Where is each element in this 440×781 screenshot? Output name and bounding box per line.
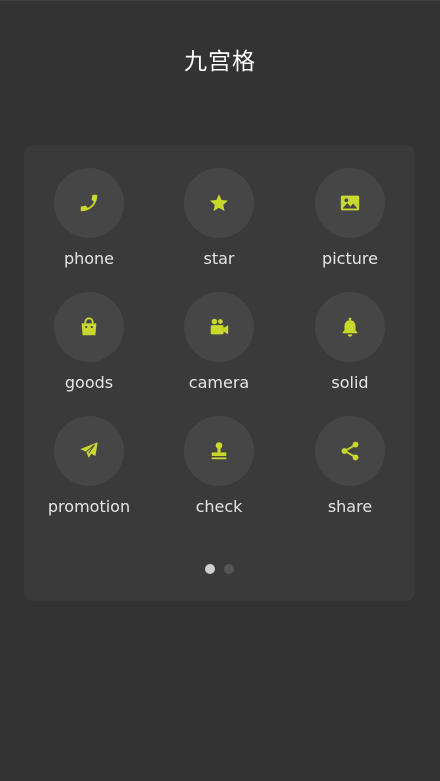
grid-item-icon-circle [184,292,254,362]
page-dot-2[interactable] [224,564,234,574]
grid-item-icon-circle [54,292,124,362]
grid-item-label: goods [64,373,114,392]
video-camera-icon [210,318,229,335]
grid-item-label: solid [331,373,369,392]
grid-item-phone[interactable]: phone [24,145,154,269]
grid-item-promotion[interactable]: promotion [24,393,154,517]
grid-item-camera[interactable]: camera [154,269,284,393]
shopping-bag-icon [81,317,97,336]
phone-icon [80,194,98,212]
page-dot-1[interactable] [205,564,215,574]
bell-icon [342,317,358,337]
page-title: 九宫格 [184,49,256,75]
grid-item-label: promotion [47,497,131,516]
picture-icon [340,195,360,211]
top-divider [0,0,440,1]
nine-grid: phone star picture goods camera solid pr… [24,145,415,535]
grid-item-icon-circle [315,416,385,486]
grid-item-share[interactable]: share [285,393,415,517]
grid-item-label: phone [63,249,115,268]
grid-item-icon-circle [184,416,254,486]
page-indicator [24,564,415,576]
grid-item-label: share [327,497,373,516]
grid-item-label: check [195,497,243,516]
grid-item-icon-circle [184,168,254,238]
grid-item-icon-circle [315,292,385,362]
grid-item-label: picture [322,249,378,268]
paper-plane-icon [80,442,98,458]
grid-item-icon-circle [54,416,124,486]
share-icon [341,441,359,461]
grid-item-picture[interactable]: picture [285,145,415,269]
grid-item-check[interactable]: check [154,393,284,517]
grid-item-label: star [203,249,235,268]
stamp-icon [211,442,227,460]
grid-item-star[interactable]: star [154,145,284,269]
grid-card: phone star picture goods camera solid pr… [24,145,415,601]
grid-item-icon-circle [315,168,385,238]
grid-item-label: camera [188,373,250,392]
star-icon [210,194,228,211]
grid-item-goods[interactable]: goods [24,269,154,393]
grid-item-icon-circle [54,168,124,238]
grid-item-solid[interactable]: solid [285,269,415,393]
